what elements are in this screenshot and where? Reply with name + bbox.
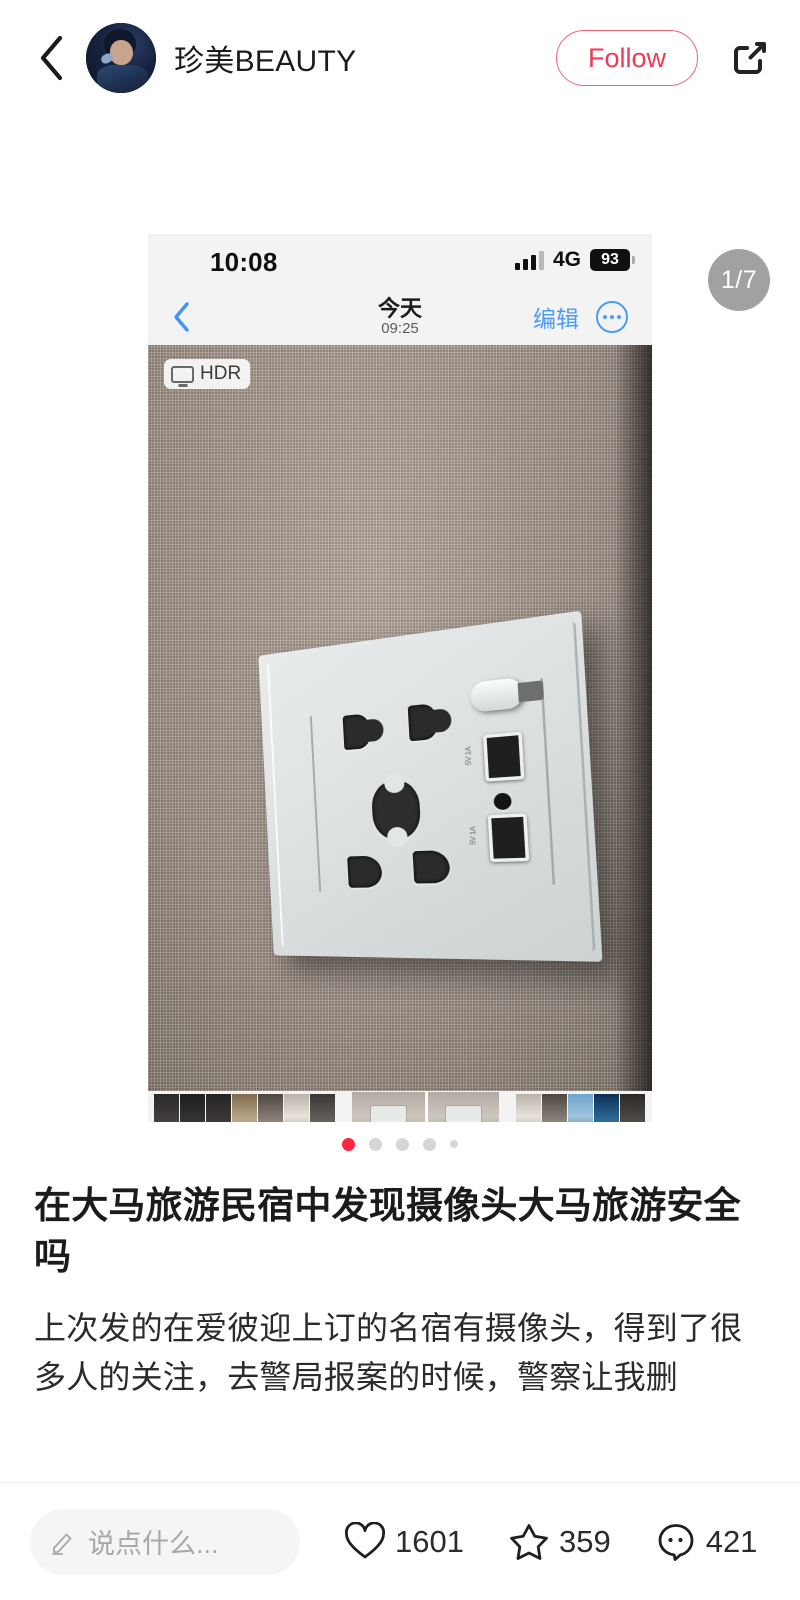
signal-bars-icon bbox=[514, 250, 544, 270]
plate-seam-left bbox=[309, 716, 322, 892]
image-carousel[interactable]: 1/7 10:08 4G 93 今天 09:25 编辑 HDR 5V 1A 5V… bbox=[0, 116, 800, 1166]
carousel-dot[interactable] bbox=[423, 1137, 436, 1151]
carousel-dot[interactable] bbox=[396, 1137, 409, 1151]
usb-port-upper bbox=[482, 731, 525, 782]
carousel-dot-active[interactable] bbox=[342, 1137, 355, 1151]
socket-rocker-switch bbox=[469, 676, 524, 713]
carousel-dot[interactable] bbox=[450, 1140, 458, 1148]
status-right-cluster: 4G 93 bbox=[514, 248, 635, 272]
author-username[interactable]: 珍美BEAUTY bbox=[174, 36, 356, 80]
bottom-action-bar: 说点什么... 1601 359 421 bbox=[0, 1482, 800, 1600]
photos-title-block: 今天 09:25 bbox=[148, 297, 652, 337]
pencil-icon bbox=[52, 1533, 72, 1555]
network-type: 4G bbox=[552, 248, 581, 271]
photos-nav-bar: 今天 09:25 编辑 bbox=[148, 289, 652, 345]
follow-button[interactable]: Follow bbox=[556, 30, 698, 86]
post-body: 上次发的在爱彼迎上订的名宿有摄像头，得到了很多人的关注，去警局报案的时候，警察让… bbox=[34, 1310, 743, 1395]
wall-shadow bbox=[614, 345, 652, 1091]
avatar[interactable] bbox=[86, 23, 156, 93]
battery-indicator: 93 bbox=[590, 249, 635, 271]
back-button[interactable] bbox=[30, 35, 74, 81]
post-title: 在大马旅游民宿中发现摄像头大马旅游安全吗 bbox=[34, 1185, 741, 1278]
socket-label-upper: 5V 1A bbox=[464, 746, 474, 766]
comment-bubble-icon bbox=[658, 1523, 694, 1561]
avatar-body bbox=[97, 65, 148, 93]
carousel-dots bbox=[0, 1122, 800, 1166]
share-external-icon bbox=[734, 42, 766, 74]
photo-time-label: 09:25 bbox=[381, 320, 419, 338]
heart-icon bbox=[344, 1521, 386, 1558]
collect-count: 359 bbox=[558, 1523, 611, 1559]
post-detail-page: 珍美BEAUTY Follow 1/7 10:08 4G 93 今天 09:25… bbox=[0, 0, 800, 1600]
photo-day-label: 今天 bbox=[377, 296, 422, 322]
comment-count: 421 bbox=[705, 1523, 758, 1559]
chevron-left-icon bbox=[40, 35, 63, 81]
collect-action[interactable]: 359 bbox=[508, 1522, 611, 1562]
nested-phone-screenshot: 10:08 4G 93 今天 09:25 编辑 HDR 5V 1A 5V 1A bbox=[148, 234, 652, 1166]
like-action[interactable]: 1601 bbox=[344, 1521, 464, 1562]
plate-seam-right bbox=[540, 678, 556, 885]
socket-hole-bottom-right bbox=[412, 850, 451, 884]
carousel-dot[interactable] bbox=[369, 1137, 382, 1151]
hdr-label: HDR bbox=[200, 363, 242, 384]
like-count: 1601 bbox=[395, 1523, 464, 1559]
socket-hole-center bbox=[370, 779, 422, 840]
top-header: 珍美BEAUTY Follow bbox=[0, 0, 800, 116]
socket-hole-top-left bbox=[342, 713, 372, 751]
share-button[interactable] bbox=[722, 30, 778, 86]
status-time: 10:08 bbox=[210, 247, 278, 277]
wall-power-socket: 5V 1A 5V 1A bbox=[258, 610, 603, 962]
star-icon bbox=[510, 1523, 548, 1560]
hidden-camera-pinhole bbox=[493, 791, 512, 810]
usb-port-lower bbox=[487, 813, 530, 863]
avatar-face bbox=[109, 39, 133, 65]
photo-viewer[interactable]: HDR 5V 1A 5V 1A bbox=[148, 345, 652, 1091]
socket-hole-top-right bbox=[407, 702, 440, 742]
ios-status-bar: 10:08 4G 93 bbox=[148, 234, 652, 289]
comment-action[interactable]: 421 bbox=[655, 1522, 758, 1562]
hdr-badge: HDR bbox=[164, 359, 251, 389]
comment-placeholder: 说点什么... bbox=[88, 1529, 219, 1559]
comment-input[interactable]: 说点什么... bbox=[30, 1508, 300, 1575]
carousel-page-badge: 1/7 bbox=[708, 249, 770, 311]
display-icon bbox=[171, 365, 194, 383]
socket-label-lower: 5V 1A bbox=[469, 826, 478, 846]
socket-hole-bottom-left bbox=[347, 855, 383, 888]
